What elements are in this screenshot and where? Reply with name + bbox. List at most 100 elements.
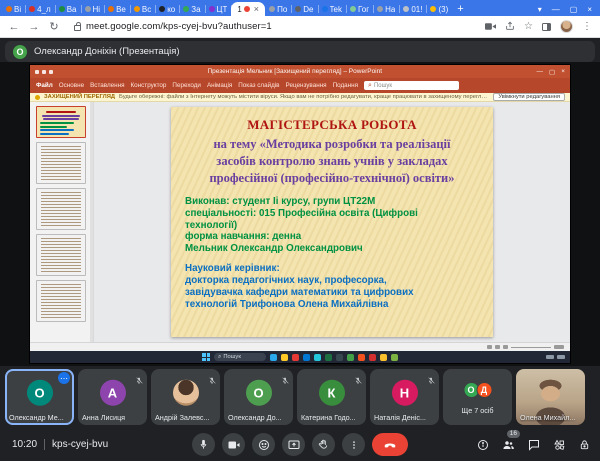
system-tray[interactable] [546, 351, 565, 363]
people-button[interactable]: 16 [502, 439, 515, 451]
camera-button[interactable] [222, 433, 245, 456]
maximize-button[interactable]: ▢ [570, 5, 578, 14]
taskbar-search[interactable]: Пошук [214, 353, 266, 361]
tab[interactable]: Вс [130, 2, 155, 16]
tab[interactable]: (3) [426, 2, 452, 16]
tab-favicon [430, 6, 436, 12]
view-normal-icon[interactable] [487, 345, 492, 349]
view-slideshow-icon[interactable] [503, 345, 508, 349]
bookmark-star-icon[interactable]: ☆ [524, 21, 533, 32]
tab[interactable]: ЦТ [205, 2, 232, 16]
ribbon-tab[interactable]: Файл [36, 82, 53, 89]
tab[interactable]: ко [155, 2, 179, 16]
slide-thumbnail-panel[interactable] [30, 102, 94, 342]
slide-thumbnail-2[interactable] [36, 142, 86, 184]
ribbon-search-box[interactable]: Пошук [364, 81, 459, 90]
view-sorter-icon[interactable] [495, 345, 500, 349]
taskbar-app-icon[interactable] [336, 354, 343, 361]
address-bar[interactable]: meet.google.com/kps-cyej-bvu?authuser=1 [68, 19, 477, 35]
meeting-details-button[interactable] [477, 439, 489, 451]
tab[interactable]: Ні [81, 2, 105, 16]
slide-thumbnail-4[interactable] [36, 234, 86, 276]
tab-close-icon[interactable]: × [254, 4, 259, 14]
tab[interactable]: 4_л [25, 2, 55, 16]
tab[interactable]: Tek [318, 2, 346, 16]
taskbar-app-icon[interactable] [369, 354, 376, 361]
taskbar-app-icon[interactable] [303, 354, 310, 361]
tab[interactable]: Ве [104, 2, 130, 16]
taskbar-app-icon[interactable] [391, 354, 398, 361]
camera-in-use-icon[interactable] [485, 22, 496, 31]
participant-tile[interactable]: ККатерина Годо... [297, 369, 366, 425]
tab[interactable]: На [373, 2, 399, 16]
tab[interactable]: De [291, 2, 317, 16]
reactions-button[interactable] [252, 433, 275, 456]
present-button[interactable] [282, 433, 305, 456]
powerpoint-ribbon: Файл Основне Вставлення Конструктор Переходи… [30, 78, 570, 93]
ribbon-tab[interactable]: Вставлення [90, 82, 124, 89]
tab-title: 1 [237, 5, 241, 14]
raise-hand-button[interactable] [312, 433, 335, 456]
activities-button[interactable] [553, 439, 566, 451]
tab-active[interactable]: 1× [231, 2, 265, 16]
chat-button[interactable] [528, 439, 540, 451]
share-icon[interactable] [505, 18, 515, 36]
forward-button[interactable]: → [28, 21, 40, 33]
taskbar-app-icon[interactable] [292, 354, 299, 361]
minimize-button[interactable]: — [552, 5, 560, 14]
zoom-slider[interactable] [511, 347, 551, 348]
tile-more-button[interactable]: ⋯ [58, 372, 70, 384]
tab[interactable]: Ві [2, 2, 25, 16]
ribbon-tab[interactable]: Подання [333, 82, 358, 89]
slide-thumbnail-3[interactable] [36, 188, 86, 230]
tab[interactable]: По [265, 2, 291, 16]
more-options-button[interactable] [342, 433, 365, 456]
taskbar-app-icon[interactable] [380, 354, 387, 361]
enable-editing-button[interactable]: Увімкнути редагування [493, 93, 565, 101]
back-button[interactable]: ← [8, 21, 20, 33]
taskbar-app-icon[interactable] [270, 354, 277, 361]
ribbon-tab[interactable]: Конструктор [131, 82, 167, 89]
participant-tile[interactable]: ООлександр Ме...⋯ [5, 369, 74, 425]
taskbar-app-icon[interactable] [347, 354, 354, 361]
powerpoint-window-controls[interactable]: —▢× [537, 68, 565, 76]
slide-thumbnail-5[interactable] [36, 280, 86, 322]
side-panel-icon[interactable] [542, 23, 551, 31]
host-controls-button[interactable] [579, 439, 590, 451]
new-tab-button[interactable]: + [457, 3, 463, 15]
participant-tile[interactable]: Олена Михайл... [516, 369, 585, 425]
ribbon-tab[interactable]: Переходи [172, 82, 201, 89]
taskbar-app-icon[interactable] [314, 354, 321, 361]
tab-favicon [209, 6, 215, 12]
tab[interactable]: Гог [346, 2, 373, 16]
tab[interactable]: За [179, 2, 204, 16]
chrome-tabbar: Ві4_лВаНіВеВскоЗаЦТ1×ПоDeTekГогНа01!(3) … [0, 0, 600, 16]
tab-search-icon[interactable]: ▾ [538, 5, 542, 14]
tab-favicon [350, 6, 356, 12]
tab[interactable]: Ва [55, 2, 81, 16]
ribbon-tab[interactable]: Показ слайдів [238, 82, 279, 89]
avatar: А [100, 380, 126, 406]
taskbar-app-icon[interactable] [358, 354, 365, 361]
ribbon-tab[interactable]: Основне [59, 82, 84, 89]
close-button[interactable]: × [587, 5, 592, 14]
participant-tile[interactable]: ААнна Лисиця [78, 369, 147, 425]
ribbon-tab[interactable]: Рецензування [286, 82, 327, 89]
reload-button[interactable]: ↻ [48, 20, 60, 33]
participant-tile[interactable]: ННаталія Деніс... [370, 369, 439, 425]
participant-tile[interactable]: ОДЩе 7 осіб [443, 369, 512, 425]
ribbon-tab[interactable]: Анімація [207, 82, 232, 89]
browser-menu-icon[interactable]: ⋮ [582, 21, 592, 32]
tab-favicon [29, 6, 35, 12]
participant-tile[interactable]: ООлександр До... [224, 369, 293, 425]
start-button[interactable] [202, 353, 210, 361]
taskbar-app-icon[interactable] [281, 354, 288, 361]
end-call-button[interactable] [372, 433, 408, 456]
profile-avatar[interactable] [560, 20, 573, 33]
tab-favicon [183, 6, 189, 12]
participant-tile[interactable]: Андрій Залевс... [151, 369, 220, 425]
tab[interactable]: 01! [399, 2, 426, 16]
taskbar-app-icon[interactable] [325, 354, 332, 361]
slide-thumbnail-1[interactable] [36, 106, 86, 138]
mic-button[interactable] [192, 433, 215, 456]
